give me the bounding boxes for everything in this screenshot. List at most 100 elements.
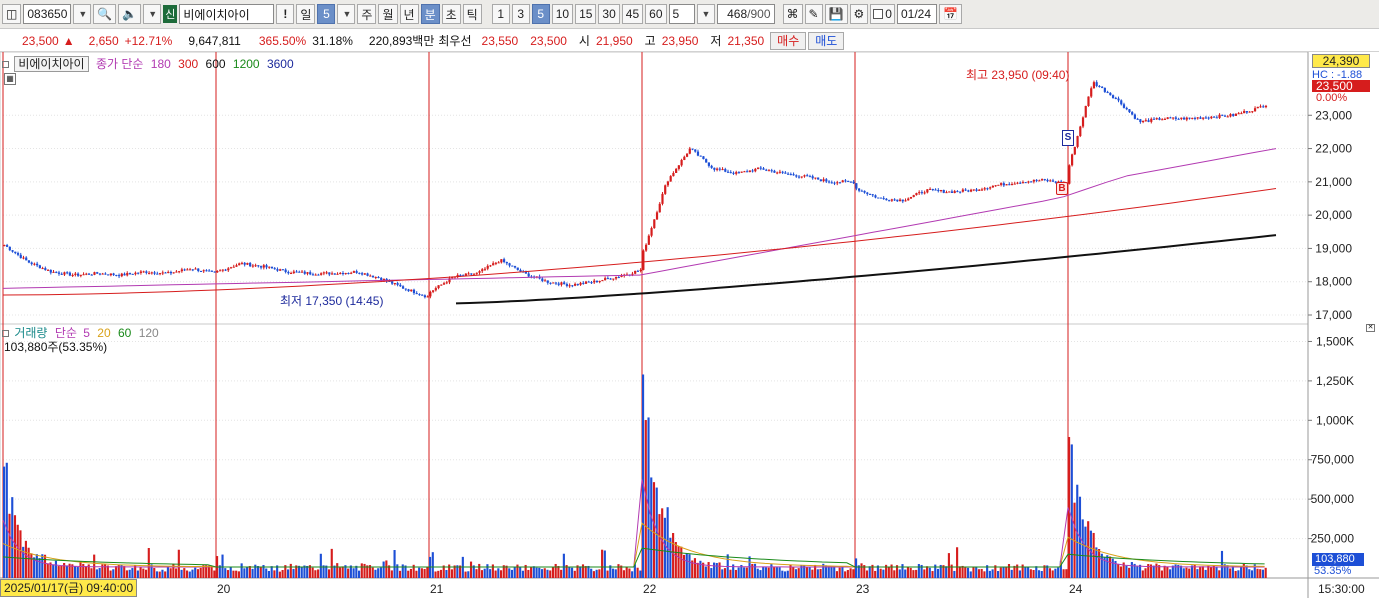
day-count-dropdown-icon[interactable]: ▼ <box>337 4 356 24</box>
minute-1-button[interactable]: 1 <box>491 4 510 24</box>
period-day-button[interactable]: 일 <box>296 4 316 24</box>
volume-bar <box>737 567 740 578</box>
buy-button[interactable]: 매수 <box>770 31 807 50</box>
menu-dropdown-icon[interactable]: ▼ <box>143 4 162 24</box>
pane-close-icon[interactable]: ✕ <box>1366 324 1375 332</box>
search-icon[interactable]: 🔍 <box>93 4 117 24</box>
candle-body <box>1043 179 1046 181</box>
volume-bar <box>437 570 440 578</box>
volume-bar <box>95 569 98 578</box>
candle-body <box>150 272 153 274</box>
volume-bar <box>248 566 251 578</box>
volume-bar <box>500 570 503 578</box>
candle-body <box>320 273 323 275</box>
volume-legend-toggle-icon[interactable] <box>2 330 9 337</box>
volume-bar <box>710 568 713 578</box>
candle-body <box>882 198 885 200</box>
volume-bar <box>358 570 361 578</box>
volume-bar <box>595 569 598 578</box>
candle-body <box>475 272 478 274</box>
legend-toggle-icon[interactable] <box>2 61 9 68</box>
candle-body <box>1202 117 1205 119</box>
alert-button[interactable]: ! <box>276 4 295 24</box>
candle-body <box>145 271 148 273</box>
volume-bar <box>175 568 178 578</box>
volume-bar <box>35 554 38 578</box>
period-year-button[interactable]: 년 <box>399 4 419 24</box>
volume-bar <box>879 568 882 578</box>
candle-body <box>281 269 285 271</box>
sound-icon[interactable]: 🔈 <box>118 4 142 24</box>
display-count-field[interactable]: 468/900 <box>716 4 775 24</box>
volume-bar <box>483 568 486 578</box>
volume-bar <box>371 567 374 578</box>
candle-body <box>513 266 517 268</box>
period-week-button[interactable]: 주 <box>357 4 377 24</box>
candle-body <box>612 278 615 280</box>
volume-bar <box>185 570 189 578</box>
minute-60-button[interactable]: 60 <box>645 4 667 24</box>
indicator-icon[interactable]: ⌘ <box>782 4 803 24</box>
candle-body <box>1019 182 1022 184</box>
candle-body <box>74 273 77 275</box>
custom-count-input[interactable]: 5 <box>668 4 695 24</box>
volume-bar <box>1215 566 1218 578</box>
chart-area[interactable]: 23,000 22,000 21,000 20,000 19,000 18,000 17,0… <box>0 52 1379 598</box>
buy-signal-marker[interactable]: B <box>1056 182 1068 195</box>
period-tick-button[interactable]: 틱 <box>462 4 482 24</box>
draw-tool-icon[interactable]: ✎ <box>804 4 823 24</box>
minute-10-button[interactable]: 10 <box>551 4 574 24</box>
candle-body <box>991 185 995 188</box>
candle-body <box>235 265 238 267</box>
sell-button[interactable]: 매도 <box>808 31 845 50</box>
candle-body <box>68 272 72 276</box>
gear-icon[interactable]: ⚙ <box>849 4 869 24</box>
candle-body <box>38 265 41 269</box>
volume-bar <box>224 568 227 578</box>
candle-body <box>642 250 645 270</box>
minute-15-button[interactable]: 15 <box>575 4 597 24</box>
candle-body <box>508 263 511 266</box>
candle-body <box>205 270 208 272</box>
volume-bar <box>652 482 656 578</box>
layout-icon[interactable]: ◫ <box>2 4 22 24</box>
candle-body <box>336 273 339 275</box>
grid-toggle-icon[interactable]: ▦ <box>4 73 16 85</box>
candle-body <box>325 272 328 274</box>
candle-body <box>789 174 792 176</box>
volume-bar <box>980 568 983 578</box>
vma-120-label: 120 <box>138 326 159 340</box>
volume-bar <box>628 568 631 578</box>
candle-body <box>904 200 907 202</box>
checkbox[interactable]: 0 <box>870 4 895 24</box>
sell-signal-marker[interactable]: S <box>1062 130 1074 146</box>
volume-bar <box>756 568 759 578</box>
volume-bar <box>535 567 538 578</box>
period-minute-button[interactable]: 분 <box>420 4 440 24</box>
volume-bar <box>1057 567 1060 578</box>
date-input[interactable]: 01/24 <box>896 4 937 24</box>
candle-body <box>393 283 396 285</box>
minute-45-button[interactable]: 45 <box>621 4 644 24</box>
stock-code-input[interactable]: 083650 <box>23 4 72 24</box>
volume-bar <box>142 568 145 578</box>
candle-body <box>1177 118 1180 120</box>
candle-body <box>300 271 304 273</box>
day-count-value[interactable]: 5 <box>317 4 336 24</box>
custom-count-dropdown-icon[interactable]: ▼ <box>696 4 715 24</box>
period-second-button[interactable]: 초 <box>441 4 461 24</box>
minute-5-button[interactable]: 5 <box>531 4 550 24</box>
candle-body <box>49 269 52 273</box>
stock-name-field[interactable]: 비에이치아이 <box>179 4 275 24</box>
code-dropdown-icon[interactable]: ▼ <box>73 4 92 24</box>
minute-3-button[interactable]: 3 <box>511 4 530 24</box>
period-month-button[interactable]: 월 <box>378 4 398 24</box>
price-legend-name[interactable]: 비에이치아이 <box>14 56 89 72</box>
calendar-icon[interactable]: 📅 <box>938 4 962 24</box>
volume-bar <box>213 570 216 578</box>
minute-30-button[interactable]: 30 <box>598 4 620 24</box>
candle-body <box>950 191 954 193</box>
save-icon[interactable]: 💾 <box>824 4 848 24</box>
volume-bar <box>125 570 129 578</box>
candle-body <box>295 271 298 273</box>
